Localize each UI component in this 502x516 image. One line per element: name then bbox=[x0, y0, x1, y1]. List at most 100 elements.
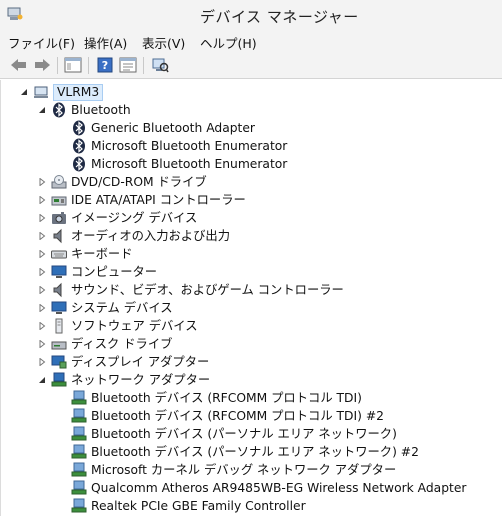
window-title: デバイス マネージャー bbox=[200, 8, 359, 26]
title-bar: デバイス マネージャー bbox=[0, 0, 502, 30]
toolbar-separator bbox=[57, 57, 58, 74]
ide-controller-icon bbox=[51, 192, 67, 208]
network-adapter-icon bbox=[71, 498, 87, 514]
category-label: システム デバイス bbox=[71, 301, 173, 315]
expand-arrow-icon[interactable] bbox=[37, 335, 47, 353]
device-item[interactable]: Microsoft Bluetooth Enumerator bbox=[71, 137, 287, 155]
dvd-drive-icon bbox=[51, 174, 67, 190]
collapse-arrow-icon[interactable] bbox=[19, 83, 29, 101]
expand-arrow-icon[interactable] bbox=[37, 173, 47, 191]
network-adapter-icon bbox=[71, 390, 87, 406]
menu-help[interactable]: ヘルプ(H) bbox=[200, 33, 257, 52]
category-label: IDE ATA/ATAPI コントローラー bbox=[71, 193, 246, 207]
tree-category-sound-video[interactable]: サウンド、ビデオ、およびゲーム コントローラー bbox=[37, 281, 344, 299]
bluetooth-icon bbox=[71, 156, 87, 172]
tree-category-system[interactable]: システム デバイス bbox=[37, 299, 173, 317]
bluetooth-icon bbox=[51, 102, 67, 118]
category-label: ディスプレイ アダプター bbox=[71, 355, 210, 369]
help-icon[interactable]: ? bbox=[95, 56, 115, 74]
device-label: Microsoft Bluetooth Enumerator bbox=[91, 157, 288, 171]
keyboard-icon bbox=[51, 246, 67, 262]
scan-hardware-icon[interactable] bbox=[150, 56, 170, 74]
device-label: Bluetooth デバイス (パーソナル エリア ネットワーク) bbox=[91, 427, 397, 441]
category-label: コンピューター bbox=[71, 265, 158, 279]
svg-text:?: ? bbox=[102, 59, 108, 72]
device-item[interactable]: Microsoft Bluetooth Enumerator bbox=[71, 155, 287, 173]
device-item[interactable]: Bluetooth デバイス (パーソナル エリア ネットワーク) bbox=[71, 425, 397, 443]
device-label: Bluetooth デバイス (RFCOMM プロトコル TDI) #2 bbox=[91, 409, 384, 423]
category-label: ディスク ドライブ bbox=[71, 337, 173, 351]
tree-category-imaging[interactable]: イメージング デバイス bbox=[37, 209, 197, 227]
expand-arrow-icon[interactable] bbox=[37, 299, 47, 317]
expand-arrow-icon[interactable] bbox=[37, 227, 47, 245]
speaker-icon bbox=[51, 282, 67, 298]
tree-category-ide[interactable]: IDE ATA/ATAPI コントローラー bbox=[37, 191, 246, 209]
device-label: Microsoft Bluetooth Enumerator bbox=[91, 139, 288, 153]
device-label: Qualcomm Atheros AR9485WB-EG Wireless Ne… bbox=[91, 481, 467, 495]
tree-root[interactable]: VLRM3 bbox=[19, 83, 104, 101]
expand-arrow-icon[interactable] bbox=[37, 281, 47, 299]
tree-category-display[interactable]: ディスプレイ アダプター bbox=[37, 353, 209, 371]
tree-category-software[interactable]: ソフトウェア デバイス bbox=[37, 317, 198, 335]
device-label: Microsoft カーネル デバッグ ネットワーク アダプター bbox=[91, 463, 397, 477]
device-item[interactable]: Bluetooth デバイス (RFCOMM プロトコル TDI) #2 bbox=[71, 407, 384, 425]
expand-arrow-icon[interactable] bbox=[37, 245, 47, 263]
device-label: Realtek PCIe GBE Family Controller bbox=[91, 499, 306, 513]
properties-icon[interactable] bbox=[118, 56, 138, 74]
bluetooth-icon bbox=[71, 138, 87, 154]
tree-category-keyboard[interactable]: キーボード bbox=[37, 245, 133, 263]
collapse-arrow-icon[interactable] bbox=[37, 101, 47, 119]
network-adapter-icon bbox=[71, 444, 87, 460]
device-item[interactable]: Bluetooth デバイス (パーソナル エリア ネットワーク) #2 bbox=[71, 443, 419, 461]
device-item[interactable]: Bluetooth デバイス (RFCOMM プロトコル TDI) bbox=[71, 389, 362, 407]
tree-category-computer[interactable]: コンピューター bbox=[37, 263, 157, 281]
category-label: イメージング デバイス bbox=[71, 211, 198, 225]
expand-arrow-icon[interactable] bbox=[37, 263, 47, 281]
tree-category-bluetooth[interactable]: Bluetooth bbox=[37, 101, 131, 119]
device-item[interactable]: Realtek PCIe GBE Family Controller bbox=[71, 497, 306, 515]
show-hide-console-tree-icon[interactable] bbox=[63, 56, 83, 74]
display-adapter-icon bbox=[51, 354, 67, 370]
computer-icon bbox=[33, 84, 49, 100]
expand-arrow-icon[interactable] bbox=[37, 353, 47, 371]
device-label: Bluetooth デバイス (パーソナル エリア ネットワーク) #2 bbox=[91, 445, 419, 459]
device-label: Bluetooth デバイス (RFCOMM プロトコル TDI) bbox=[91, 391, 362, 405]
computer-icon bbox=[51, 300, 67, 316]
device-tree[interactable]: VLRM3 Bluetooth Generic Bluetooth Adapte… bbox=[0, 80, 502, 516]
tree-category-dvd[interactable]: DVD/CD-ROM ドライブ bbox=[37, 173, 207, 191]
device-label: Generic Bluetooth Adapter bbox=[91, 121, 255, 135]
menu-view[interactable]: 表示(V) bbox=[142, 33, 185, 52]
network-adapter-icon bbox=[71, 480, 87, 496]
expand-arrow-icon[interactable] bbox=[37, 317, 47, 335]
network-adapter-icon bbox=[51, 372, 67, 388]
forward-arrow-icon[interactable] bbox=[32, 56, 52, 74]
menu-file[interactable]: ファイル(F) bbox=[8, 33, 75, 52]
toolbar: ? bbox=[0, 52, 502, 79]
tree-category-network[interactable]: ネットワーク アダプター bbox=[37, 371, 210, 389]
device-item[interactable]: Generic Bluetooth Adapter bbox=[71, 119, 255, 137]
collapse-arrow-icon[interactable] bbox=[37, 371, 47, 389]
speaker-icon bbox=[51, 228, 67, 244]
expand-arrow-icon[interactable] bbox=[37, 209, 47, 227]
device-item[interactable]: Qualcomm Atheros AR9485WB-EG Wireless Ne… bbox=[71, 479, 466, 497]
expand-arrow-icon[interactable] bbox=[37, 191, 47, 209]
toolbar-separator bbox=[143, 57, 144, 74]
computer-icon bbox=[51, 264, 67, 280]
menu-action[interactable]: 操作(A) bbox=[84, 33, 127, 52]
back-arrow-icon[interactable] bbox=[9, 56, 29, 74]
software-device-icon bbox=[51, 318, 67, 334]
category-label: サウンド、ビデオ、およびゲーム コントローラー bbox=[71, 283, 344, 297]
tree-category-disk[interactable]: ディスク ドライブ bbox=[37, 335, 172, 353]
category-label: Bluetooth bbox=[71, 103, 131, 117]
network-adapter-icon bbox=[71, 462, 87, 478]
disk-drive-icon bbox=[51, 336, 67, 352]
camera-icon bbox=[51, 210, 67, 226]
category-label: オーディオの入力および出力 bbox=[71, 229, 230, 243]
menu-bar: ファイル(F) 操作(A) 表示(V) ヘルプ(H) bbox=[0, 30, 502, 52]
device-item[interactable]: Microsoft カーネル デバッグ ネットワーク アダプター bbox=[71, 461, 396, 479]
category-label: DVD/CD-ROM ドライブ bbox=[71, 175, 207, 189]
tree-category-audio-io[interactable]: オーディオの入力および出力 bbox=[37, 227, 230, 245]
network-adapter-icon bbox=[71, 426, 87, 442]
category-label: ネットワーク アダプター bbox=[71, 373, 211, 387]
network-adapter-icon bbox=[71, 408, 87, 424]
